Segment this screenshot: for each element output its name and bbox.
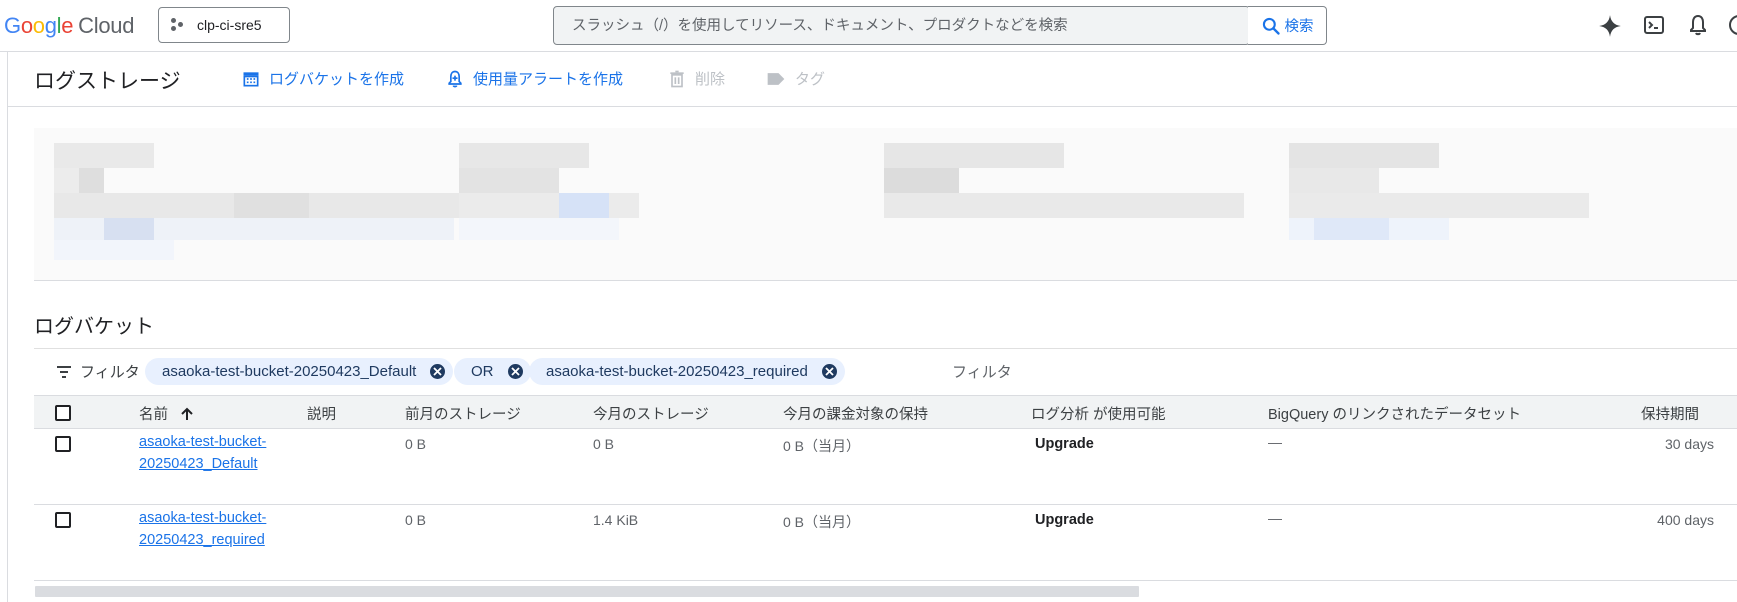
search-icon xyxy=(1262,17,1280,35)
help-icon[interactable] xyxy=(1727,13,1737,42)
project-name: clp-ci-sre5 xyxy=(197,17,262,33)
log-buckets-heading: ログバケット xyxy=(34,316,154,338)
upgrade-link[interactable]: Upgrade xyxy=(1035,436,1094,452)
column-prev-storage[interactable]: 前月のストレージ xyxy=(405,403,521,424)
column-cur-storage[interactable]: 今月のストレージ xyxy=(593,403,709,424)
remove-chip-icon[interactable] xyxy=(821,364,837,379)
main-content: ログストレージ ログバケットを作成 使用量アラートを作成 削除 タグ ログバケッ… xyxy=(7,52,1737,602)
search-button[interactable]: 検索 xyxy=(1248,6,1327,45)
remove-chip-icon[interactable] xyxy=(507,364,523,379)
project-selector[interactable]: clp-ci-sre5 xyxy=(158,7,290,43)
filter-bar: フィルタ asaoka-test-bucket-20250423_Default… xyxy=(34,348,1737,393)
column-description[interactable]: 説明 xyxy=(307,403,336,424)
project-icon xyxy=(171,17,187,33)
trash-icon xyxy=(667,69,687,89)
column-retention[interactable]: 保持期間 xyxy=(1641,403,1699,424)
filter-chip-or[interactable]: OR xyxy=(454,358,531,385)
sort-ascending-icon xyxy=(181,407,193,420)
bucket-name-link[interactable]: asaoka-test-bucket-20250423_Default xyxy=(139,431,279,475)
alert-bell-icon xyxy=(445,69,465,89)
table-row: asaoka-test-bucket-20250423_Default 0 B … xyxy=(34,428,1737,505)
notifications-icon[interactable] xyxy=(1686,13,1710,42)
column-billable[interactable]: 今月の課金対象の保持 xyxy=(783,403,928,424)
google-cloud-logo[interactable]: Google Cloud xyxy=(4,13,134,39)
table-header: 名前 説明 前月のストレージ 今月のストレージ 今月の課金対象の保持 ログ分析 … xyxy=(34,395,1737,429)
search-input[interactable] xyxy=(554,7,1249,44)
bigquery-value: — xyxy=(1268,510,1282,526)
create-bucket-button[interactable]: ログバケットを作成 xyxy=(241,68,404,89)
row-checkbox[interactable] xyxy=(55,436,71,452)
cur-storage-value: 0 B xyxy=(593,436,615,452)
filter-chip-default[interactable]: asaoka-test-bucket-20250423_Default xyxy=(145,358,454,385)
redacted-usage-summary xyxy=(34,128,1737,281)
horizontal-scrollbar[interactable] xyxy=(35,586,1139,597)
filter-chip-required[interactable]: asaoka-test-bucket-20250423_required xyxy=(529,358,845,385)
column-bigquery[interactable]: BigQuery のリンクされたデータセット xyxy=(1268,403,1521,424)
bigquery-value: — xyxy=(1268,434,1282,450)
filter-input[interactable]: フィルタ xyxy=(952,361,1012,382)
billable-value: 0 B（当月） xyxy=(783,514,861,530)
table-row: asaoka-test-bucket-20250423_required 0 B… xyxy=(34,504,1737,581)
top-bar: GoogleCloud clp-ci-sre5 検索 xyxy=(0,0,1737,52)
tag-icon xyxy=(765,69,787,89)
select-all-checkbox[interactable] xyxy=(55,405,71,421)
search-box xyxy=(553,6,1250,45)
remove-chip-icon[interactable] xyxy=(430,364,446,379)
billable-value: 0 B（当月） xyxy=(783,438,861,454)
action-toolbar: ログストレージ ログバケットを作成 使用量アラートを作成 削除 タグ xyxy=(8,52,1737,107)
delete-button[interactable]: 削除 xyxy=(667,68,725,89)
column-log-analytics[interactable]: ログ分析 が使用可能 xyxy=(1031,403,1166,424)
cur-storage-value: 1.4 KiB xyxy=(593,512,639,528)
gemini-icon[interactable] xyxy=(1597,13,1623,44)
tag-button[interactable]: タグ xyxy=(765,68,825,89)
bucket-icon xyxy=(241,69,261,89)
filter-button[interactable]: フィルタ xyxy=(56,361,140,382)
retention-value: 30 days xyxy=(1664,436,1714,452)
page-title: ログストレージ xyxy=(34,70,181,93)
prev-storage-value: 0 B xyxy=(405,512,427,528)
filter-icon xyxy=(57,365,71,378)
bucket-name-link[interactable]: asaoka-test-bucket-20250423_required xyxy=(139,507,279,551)
prev-storage-value: 0 B xyxy=(405,436,427,452)
column-name[interactable]: 名前 xyxy=(139,403,194,424)
row-checkbox[interactable] xyxy=(55,512,71,528)
cloud-shell-icon[interactable] xyxy=(1642,13,1666,42)
create-usage-alert-button[interactable]: 使用量アラートを作成 xyxy=(445,68,623,89)
upgrade-link[interactable]: Upgrade xyxy=(1035,512,1094,528)
retention-value: 400 days xyxy=(1657,512,1714,528)
